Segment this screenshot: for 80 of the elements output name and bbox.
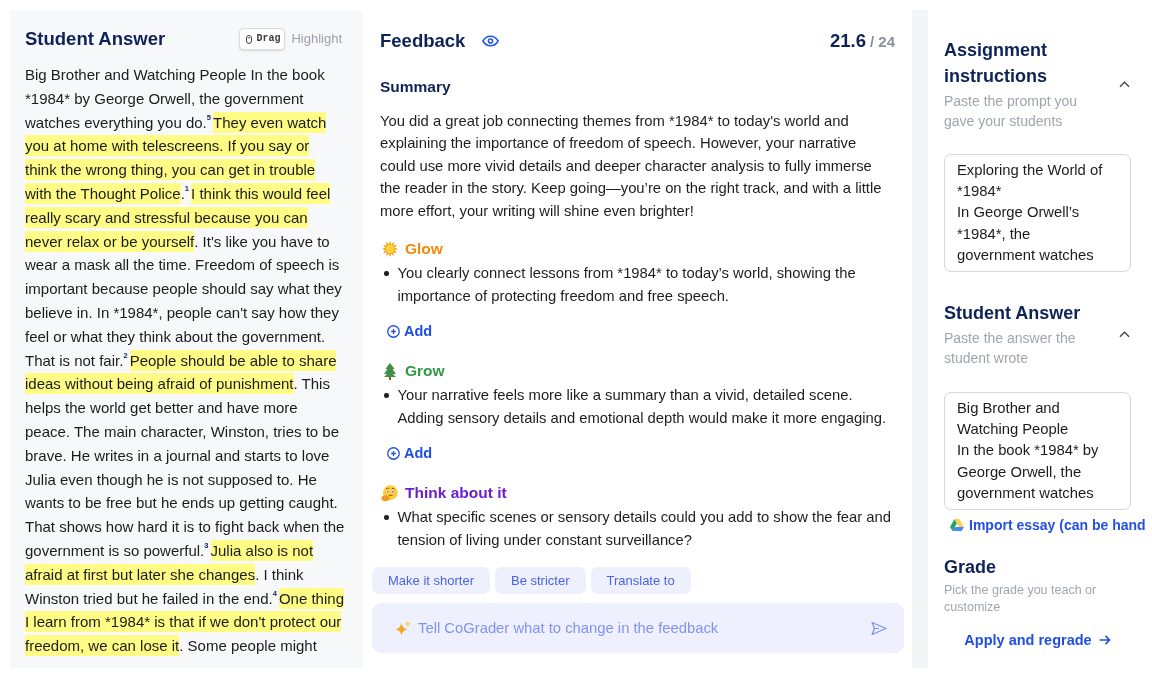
- bullet-icon: [384, 393, 389, 398]
- apply-button[interactable]: Apply and regrade: [964, 630, 1111, 651]
- summary-text: You did a great job connecting themes from *1984* to today's world and explaining the importance of freedom of speech. However, your narrative could use more vivid details and deeper character analysis to fully immerse the reader in the story. Keep going—you’re on the right track, and with a little more effort, your writing will shine even brighter!: [380, 111, 883, 221]
- arrow-right-icon: [1098, 635, 1111, 646]
- chevron-up-icon[interactable]: [1119, 80, 1130, 88]
- highlighted-text: never relax or be yourself: [25, 230, 195, 252]
- feedback-text: Your narrative feels more like a summary than a vivid, detailed scene. Adding sensory details and emotional depth would make it more engaging.: [397, 385, 888, 428]
- essay-text: . It's like you have to: [194, 232, 330, 250]
- tool-toggle-button[interactable]: Drag: [239, 28, 286, 50]
- sun-icon: [382, 241, 398, 258]
- essay-text: important because people should say what they: [25, 280, 342, 298]
- triangle-logo-icon: [950, 519, 964, 532]
- panel-title: Feedback: [380, 29, 466, 53]
- score-value: 21.6: [829, 30, 866, 52]
- highlighted-text: One thing: [278, 587, 344, 609]
- essay-text: *1984* by George Orwell, the government: [25, 89, 304, 107]
- highlighted-text: They even watch: [213, 111, 327, 133]
- essay-text: That is not fair.: [25, 351, 124, 369]
- score-max: / 24: [869, 33, 895, 50]
- essay-text: Big Brother and Watching People In the book: [25, 66, 325, 83]
- section-title: Student Answer: [944, 302, 1082, 325]
- highlighted-text: you at home with telescreens. If you say or: [25, 135, 310, 157]
- essay-text: .: [180, 185, 185, 202]
- highlighted-text: Julia also is not: [210, 539, 314, 561]
- section-heading: Glow: [405, 239, 443, 260]
- essay-text: helps the world get better and have more: [25, 399, 298, 417]
- highlighted-text: I learn from *1984* is that if we don't protect our: [25, 611, 342, 633]
- section-hint: Paste the prompt you gave your students: [944, 92, 1079, 131]
- plus-circle-icon: [387, 446, 400, 460]
- panel-title: Student Answer: [25, 27, 166, 51]
- text-field[interactable]: Exploring the World of *1984* In George Orwell’s *1984*, the government watches: [944, 154, 1131, 272]
- highlighted-text: ideas without being afraid of punishment: [25, 373, 294, 395]
- prompt-field[interactable]: Tell CoGrader what to change in the feedback: [372, 603, 904, 653]
- highlighted-text: I think this would feel: [191, 183, 331, 204]
- section-title: Assignment instructions: [944, 39, 1049, 88]
- essay-text: . I think: [255, 565, 304, 583]
- essay-text: brave. He writes in a journal and starts to love: [25, 446, 330, 464]
- bullet-icon: [384, 271, 389, 276]
- essay-text: feel or what they think about the government.: [25, 327, 326, 345]
- suggestion-chip[interactable]: Translate to: [590, 567, 691, 594]
- highlighted-text: People should be able to share: [129, 349, 337, 371]
- essay-text: wants to be free but he ends up getting caught.: [25, 494, 338, 512]
- feedback-text: You clearly connect lessons from *1984* to today’s world, showing the importance of protecting freedom and free speech.: [397, 263, 857, 306]
- section-hint: Pick the grade you teach or customize: [944, 581, 1098, 616]
- sparkle-icon: [395, 620, 411, 636]
- suggestion-chip[interactable]: Be stricter: [495, 567, 586, 594]
- import-link[interactable]: Import essay (can be hand: [950, 515, 1146, 536]
- send-icon: [871, 620, 887, 636]
- section-hint: Paste the answer the student wrote: [944, 329, 1077, 368]
- send-button[interactable]: [871, 620, 887, 636]
- highlighted-text: really scary and stressful because you can: [25, 206, 308, 228]
- essay-text: Julia even though he is not supposed to. He: [25, 470, 317, 488]
- essay-text: believe in. In *1984*, people can't say how they: [25, 303, 339, 321]
- section-heading: Think about it: [405, 483, 507, 504]
- highlighted-text: think the wrong thing, you can get in trouble: [25, 159, 316, 181]
- add-button[interactable]: Add: [387, 443, 433, 464]
- plus-circle-icon: [387, 324, 400, 338]
- essay-text: . Some people might: [179, 637, 317, 655]
- essay-text: Winston tried but he failed in the end.: [25, 589, 273, 607]
- essay-text: government is so powerful.: [25, 541, 205, 559]
- eye-icon[interactable]: [482, 35, 500, 47]
- mouse-icon: [246, 34, 253, 44]
- section-heading: Grow: [405, 361, 445, 382]
- feedback-text: What specific scenes or sensory details could you add to show the fear and tension of living under constant surveillance?: [397, 507, 892, 550]
- highlighted-text: with the Thought Police: [25, 183, 181, 204]
- bullet-icon: [384, 515, 389, 520]
- essay-text: wear a mask all the time. Freedom of speech is: [25, 256, 340, 274]
- text-field[interactable]: Big Brother and Watching People In the book *1984* by George Orwell, the government watches: [944, 392, 1131, 511]
- tree-icon: [384, 362, 396, 380]
- prompt-input[interactable]: Tell CoGrader what to change in the feedback: [418, 618, 864, 638]
- section-title: Grade: [944, 556, 998, 580]
- essay-text: . This: [293, 375, 330, 393]
- essay-text: peace. The main character, Winston, tries to be: [25, 422, 340, 440]
- suggestion-chip[interactable]: Make it shorter: [372, 567, 490, 594]
- section-title: Summary: [380, 77, 452, 97]
- essay-text: That shows how hard it is to fight back when the: [25, 518, 345, 536]
- chevron-up-icon[interactable]: [1119, 330, 1130, 338]
- thinking-face-icon: [381, 484, 398, 502]
- add-button[interactable]: Add: [387, 321, 433, 342]
- essay-text: watches everything you do.: [25, 113, 207, 131]
